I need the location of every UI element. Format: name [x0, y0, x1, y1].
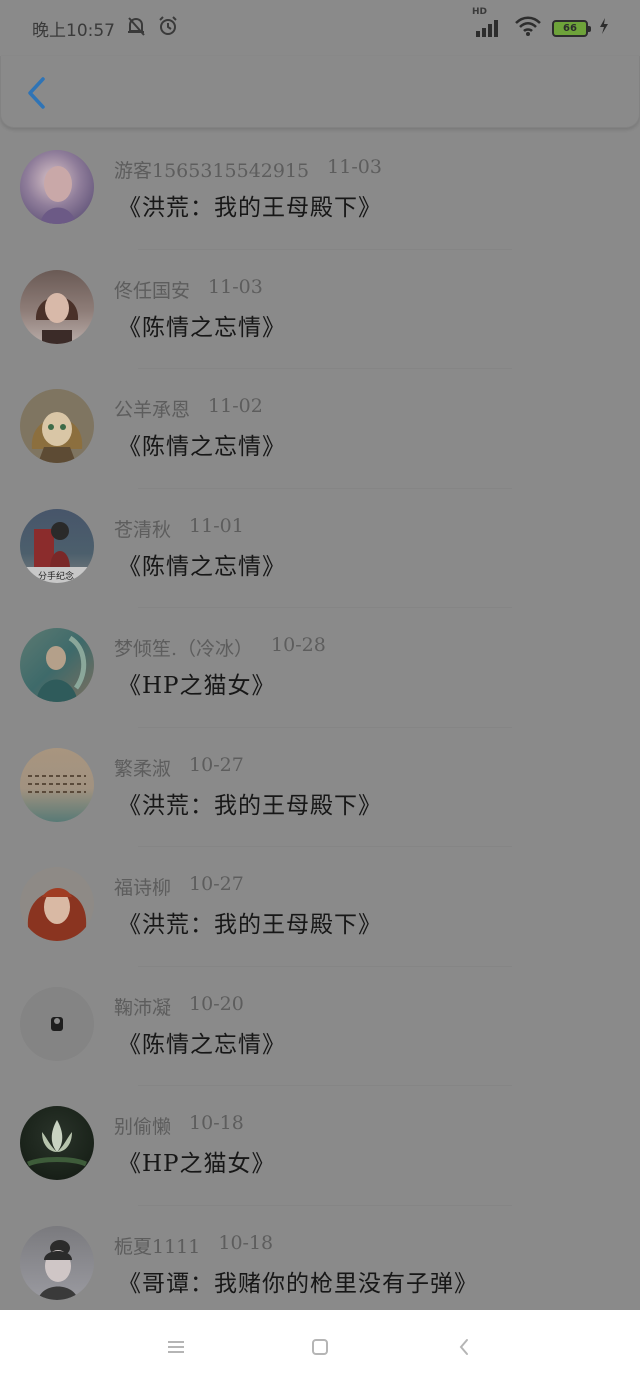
item-meta: 游客1565315542915 11-03	[114, 156, 382, 183]
list-item[interactable]: 游客1565315542915 11-03 《洪荒：我的王母殿下》	[0, 130, 640, 250]
date: 10-18	[189, 1112, 244, 1134]
date: 10-27	[189, 873, 244, 895]
date: 10-20	[189, 992, 244, 1015]
date: 10-27	[189, 753, 244, 776]
status-left: 晚上10:57	[32, 15, 179, 42]
charging-bolt-icon	[598, 17, 610, 39]
avatar-caption: 分手纪念	[38, 571, 75, 582]
book-title[interactable]: 《洪荒：我的王母殿下》	[118, 786, 382, 820]
avatar	[20, 389, 94, 463]
book-title[interactable]: 《陈情之忘情》	[118, 547, 286, 581]
system-back-button[interactable]	[452, 1337, 476, 1361]
signal-icon: HD	[472, 7, 504, 39]
item-meta: 鞠沛凝 10-20	[114, 993, 244, 1020]
date: 11-03	[327, 156, 382, 178]
alarm-clock-icon	[157, 15, 179, 42]
username[interactable]: 公羊承恩	[114, 395, 190, 422]
status-right: HD 66	[472, 7, 610, 41]
item-meta: 栀夏1111 10-18	[114, 1232, 273, 1259]
reader-list: 游客1565315542915 11-03 《洪荒：我的王母殿下》 佟任国安 1…	[0, 130, 640, 1325]
avatar: 分手纪念	[20, 508, 94, 583]
item-meta: 佟任国安 11-03	[114, 276, 263, 303]
network-type-label: HD	[472, 7, 488, 17]
date: 11-01	[189, 514, 244, 537]
system-nav-bar	[0, 1310, 640, 1387]
date: 11-02	[208, 395, 263, 417]
book-title[interactable]: 《洪荒：我的王母殿下》	[118, 188, 382, 222]
date: 10-28	[271, 634, 326, 656]
item-meta: 梦倾笙.（冷冰） 10-28	[114, 634, 326, 661]
username[interactable]: 游客1565315542915	[114, 156, 309, 183]
avatar	[20, 628, 94, 702]
list-item[interactable]: 繁柔淑 10-27 《洪荒：我的王母殿下》	[0, 728, 640, 847]
avatar	[20, 867, 94, 941]
avatar	[20, 150, 94, 224]
book-title[interactable]: 《HP之猫女》	[118, 666, 276, 700]
username[interactable]: 栀夏1111	[114, 1232, 200, 1259]
book-title[interactable]: 《陈情之忘情》	[118, 308, 286, 342]
list-item[interactable]: 栀夏1111 10-18 《哥谭：我赌你的枪里没有子弹》	[0, 1206, 640, 1326]
username[interactable]: 梦倾笙.（冷冰）	[114, 634, 253, 661]
item-meta: 苍清秋 11-01	[114, 515, 244, 542]
item-meta: 公羊承恩 11-02	[114, 395, 263, 422]
avatar	[20, 269, 94, 344]
back-chevron-icon	[26, 76, 46, 114]
status-bar: 晚上10:57 HD 66	[0, 0, 640, 56]
item-meta: 福诗柳 10-27	[114, 873, 244, 900]
avatar	[20, 747, 94, 822]
date: 10-18	[218, 1231, 274, 1254]
back-button[interactable]	[21, 76, 51, 114]
mute-bell-icon	[125, 15, 147, 42]
menu-icon	[166, 1339, 186, 1359]
menu-button[interactable]	[164, 1337, 188, 1361]
header-bar	[0, 56, 640, 128]
status-time: 晚上10:57	[32, 20, 115, 41]
battery-level: 66	[563, 22, 577, 34]
book-title[interactable]: 《陈情之忘情》	[118, 1025, 286, 1059]
date: 11-03	[208, 275, 263, 298]
list-item[interactable]: 福诗柳 10-27 《洪荒：我的王母殿下》	[0, 847, 640, 967]
battery-indicator: 66	[552, 19, 591, 37]
username[interactable]: 别偷懒	[114, 1112, 171, 1139]
book-title[interactable]: 《HP之猫女》	[118, 1144, 276, 1178]
list-item[interactable]: 公羊承恩 11-02 《陈情之忘情》	[0, 369, 640, 489]
username[interactable]: 繁柔淑	[114, 754, 171, 781]
avatar	[20, 1106, 94, 1180]
username[interactable]: 苍清秋	[114, 515, 171, 542]
item-meta: 繁柔淑 10-27	[114, 754, 244, 781]
list-item[interactable]: 梦倾笙.（冷冰） 10-28 《HP之猫女》	[0, 608, 640, 728]
back-triangle-icon	[456, 1337, 472, 1361]
screen: 晚上10:57 HD 66 游客1565315542915 11-03 《洪荒：…	[0, 0, 640, 1387]
username[interactable]: 鞠沛凝	[114, 993, 171, 1020]
username[interactable]: 佟任国安	[114, 276, 190, 303]
wifi-icon	[514, 15, 542, 41]
list-item[interactable]: 鞠沛凝 10-20 《陈情之忘情》	[0, 967, 640, 1086]
list-item[interactable]: 别偷懒 10-18 《HP之猫女》	[0, 1086, 640, 1206]
home-button[interactable]	[308, 1337, 332, 1361]
book-title[interactable]: 《陈情之忘情》	[118, 427, 286, 461]
list-item[interactable]: 佟任国安 11-03 《陈情之忘情》	[0, 250, 640, 369]
home-square-icon	[310, 1337, 330, 1361]
avatar	[20, 1225, 94, 1300]
item-meta: 别偷懒 10-18	[114, 1112, 244, 1139]
book-title[interactable]: 《洪荒：我的王母殿下》	[118, 905, 382, 939]
list-item[interactable]: 分手纪念 苍清秋 11-01 《陈情之忘情》	[0, 489, 640, 608]
book-title[interactable]: 《哥谭：我赌你的枪里没有子弹》	[118, 1264, 478, 1298]
avatar	[20, 986, 94, 1061]
username[interactable]: 福诗柳	[114, 873, 171, 900]
